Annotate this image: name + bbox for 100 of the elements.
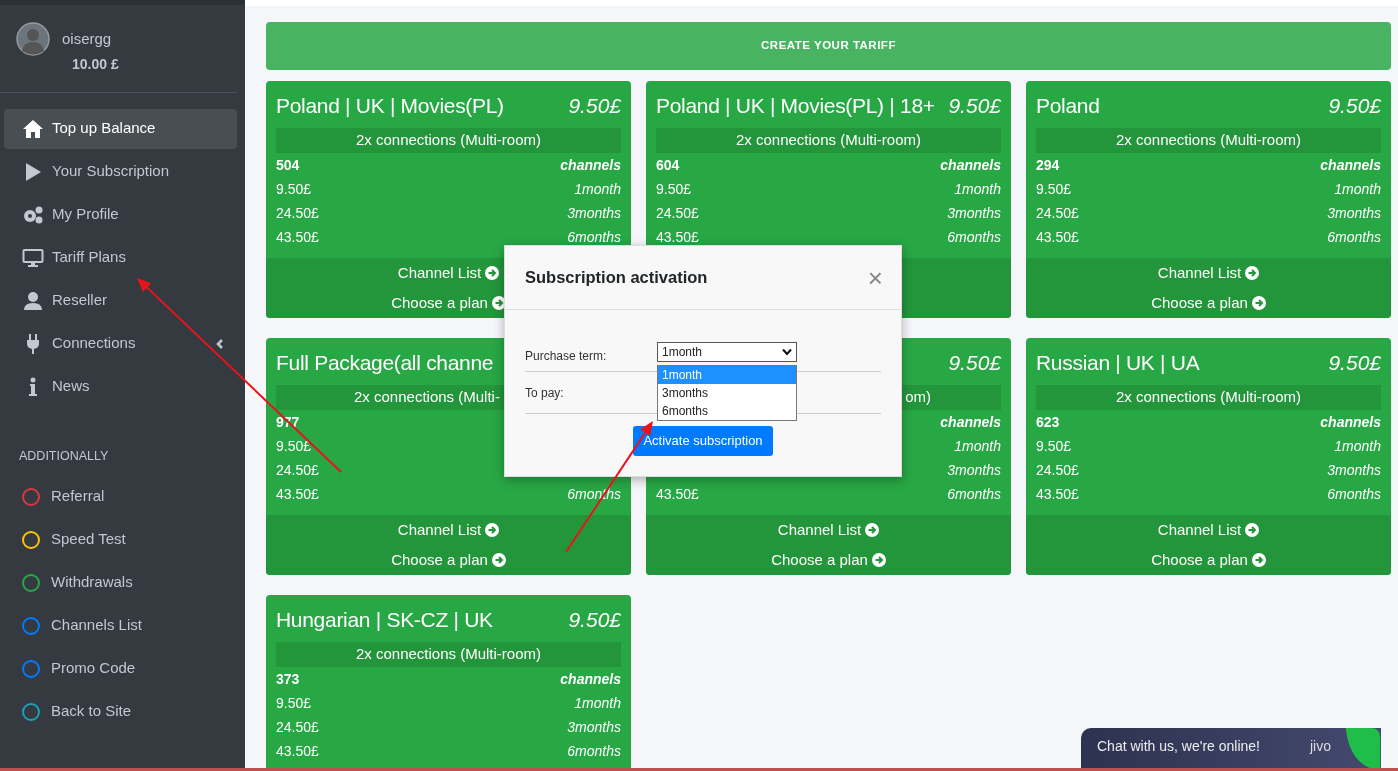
plan-cost: 43.50£ <box>276 227 319 247</box>
plan-cost: 9.50£ <box>276 693 312 713</box>
menu-item[interactable]: Top up Balance <box>4 108 237 149</box>
plan-link[interactable]: Channel List <box>1157 258 1260 288</box>
channel-count: 294 <box>1036 155 1060 175</box>
plan-cost: 43.50£ <box>656 227 699 247</box>
arrow-circle-icon <box>485 523 500 537</box>
connections-label: 2x connections (Multi-room) <box>1036 385 1381 410</box>
channels-label: channels <box>1320 412 1381 432</box>
term-label: 3months <box>567 203 621 223</box>
plan-cost: 9.50£ <box>276 436 312 456</box>
plan-cost: 43.50£ <box>656 484 699 504</box>
term-label: 6months <box>1327 484 1381 504</box>
plan-cost: 43.50£ <box>1036 227 1079 247</box>
plan-link[interactable]: Choose a plan <box>391 288 506 318</box>
plan-title: Hungarian | SK-CZ | UK <box>276 607 493 634</box>
term-label: 1month <box>954 436 1001 456</box>
logo-text: jivo <box>1310 737 1331 756</box>
term-label: 6months <box>947 227 1001 247</box>
plan-price: 9.50£ <box>1328 350 1381 377</box>
plan-link[interactable]: Channel List <box>1157 515 1260 545</box>
plan-cost: 24.50£ <box>276 717 319 737</box>
arrow-circle-icon <box>491 553 506 567</box>
menu-item[interactable]: Channels List <box>4 605 237 646</box>
arrow-circle-icon <box>865 523 880 537</box>
avatar-icon <box>16 22 50 56</box>
plan-title: Poland | UK | Movies(PL) | 18+ <box>656 93 935 120</box>
menu-item[interactable]: Referral <box>4 476 237 517</box>
term-label: 1month <box>1334 436 1381 456</box>
plan-price: 9.50£ <box>568 607 621 634</box>
gears-icon <box>22 204 44 225</box>
chat-widget[interactable]: Chat with us, we're online! jivo <box>1081 728 1381 771</box>
term-label: 6months <box>1327 227 1381 247</box>
plan-price: 9.50£ <box>948 93 1001 120</box>
plan-cost: 24.50£ <box>276 460 319 480</box>
term-label: 3months <box>1327 460 1381 480</box>
chevron-left-icon <box>215 337 225 350</box>
channel-count: 373 <box>276 669 300 689</box>
balance-text: 10.00 £ <box>72 54 119 74</box>
section-heading: ADDITIONALLY <box>18 447 109 465</box>
menu-item[interactable]: News <box>4 366 237 407</box>
leaf-icon <box>1345 728 1381 771</box>
plan-link[interactable]: Choose a plan <box>1151 545 1266 575</box>
term-label: 6months <box>567 227 621 247</box>
plan-link[interactable]: Channel List <box>397 258 500 288</box>
plan-cost: 9.50£ <box>276 179 312 199</box>
term-label: 6months <box>947 484 1001 504</box>
dropdown-option[interactable]: 3months <box>658 384 796 402</box>
term-label: 1month <box>574 693 621 713</box>
home-icon <box>22 118 44 139</box>
menu-item[interactable]: Tariff Plans <box>4 237 237 278</box>
arrow-circle-icon <box>1251 296 1266 310</box>
arrow-circle-icon <box>1245 523 1260 537</box>
plan-price: 9.50£ <box>948 350 1001 377</box>
plan-cost: 24.50£ <box>1036 460 1079 480</box>
connections-label: 2x connections (Multi-room) <box>276 128 621 153</box>
plan-price: 9.50£ <box>1328 93 1381 120</box>
plan-cost: 9.50£ <box>1036 436 1072 456</box>
modal-title: Subscription activation <box>525 267 708 289</box>
connections-label: 2x connections (Multi-room) <box>656 128 1001 153</box>
arrow-circle-icon <box>1251 553 1266 567</box>
plan-cost: 43.50£ <box>276 741 319 761</box>
menu-item[interactable]: Promo Code <box>4 648 237 689</box>
plan-title: Russian | UK | UA <box>1036 350 1200 377</box>
menu-item[interactable]: Speed Test <box>4 519 237 560</box>
plan-link[interactable]: Choose a plan <box>771 545 886 575</box>
connections-label: 2x connections (Multi-room) <box>276 642 621 667</box>
menu-item[interactable]: Your Subscription <box>4 151 237 192</box>
select-field[interactable]: 1month <box>657 341 797 362</box>
arrow-circle-icon <box>1245 266 1260 280</box>
activate-button[interactable]: Activate subscription <box>633 426 773 456</box>
plan-link[interactable]: Channel List <box>397 515 500 545</box>
monitor-icon <box>22 247 44 268</box>
menu-item[interactable]: Back to Site <box>4 691 237 732</box>
term-label: 1month <box>1334 179 1381 199</box>
menu-item[interactable]: Withdrawals <box>4 562 237 603</box>
menu-item[interactable]: Connections <box>4 323 237 364</box>
term-label: 1month <box>574 179 621 199</box>
channels-label: channels <box>560 155 621 175</box>
chat-text: Chat with us, we're online! <box>1097 737 1260 756</box>
term-label: 3months <box>1327 203 1381 223</box>
channels-label: channels <box>1320 155 1381 175</box>
menu-item[interactable]: My Profile <box>4 194 237 235</box>
arrow-circle-icon <box>485 266 500 280</box>
arrow-circle-icon <box>871 553 886 567</box>
plan-cost: 9.50£ <box>656 179 692 199</box>
user-icon <box>22 290 44 311</box>
plan-link[interactable]: Channel List <box>777 515 880 545</box>
plan-title: Poland | UK | Movies(PL) <box>276 93 504 120</box>
user-name: oisergg <box>62 29 113 49</box>
plan-title: Full Package(all channe <box>276 350 494 377</box>
term-label: 3months <box>567 717 621 737</box>
plan-link[interactable]: Choose a plan <box>391 545 506 575</box>
plan-link[interactable]: Choose a plan <box>1151 288 1266 318</box>
connections-label: 2x connections (Multi-room) <box>1036 128 1381 153</box>
menu-item[interactable]: Reseller <box>4 280 237 321</box>
term-label: 6months <box>567 741 621 761</box>
plan-cost: 24.50£ <box>656 203 699 223</box>
field-label: Purchase term: <box>525 347 608 365</box>
plan-cost: 43.50£ <box>1036 484 1079 504</box>
